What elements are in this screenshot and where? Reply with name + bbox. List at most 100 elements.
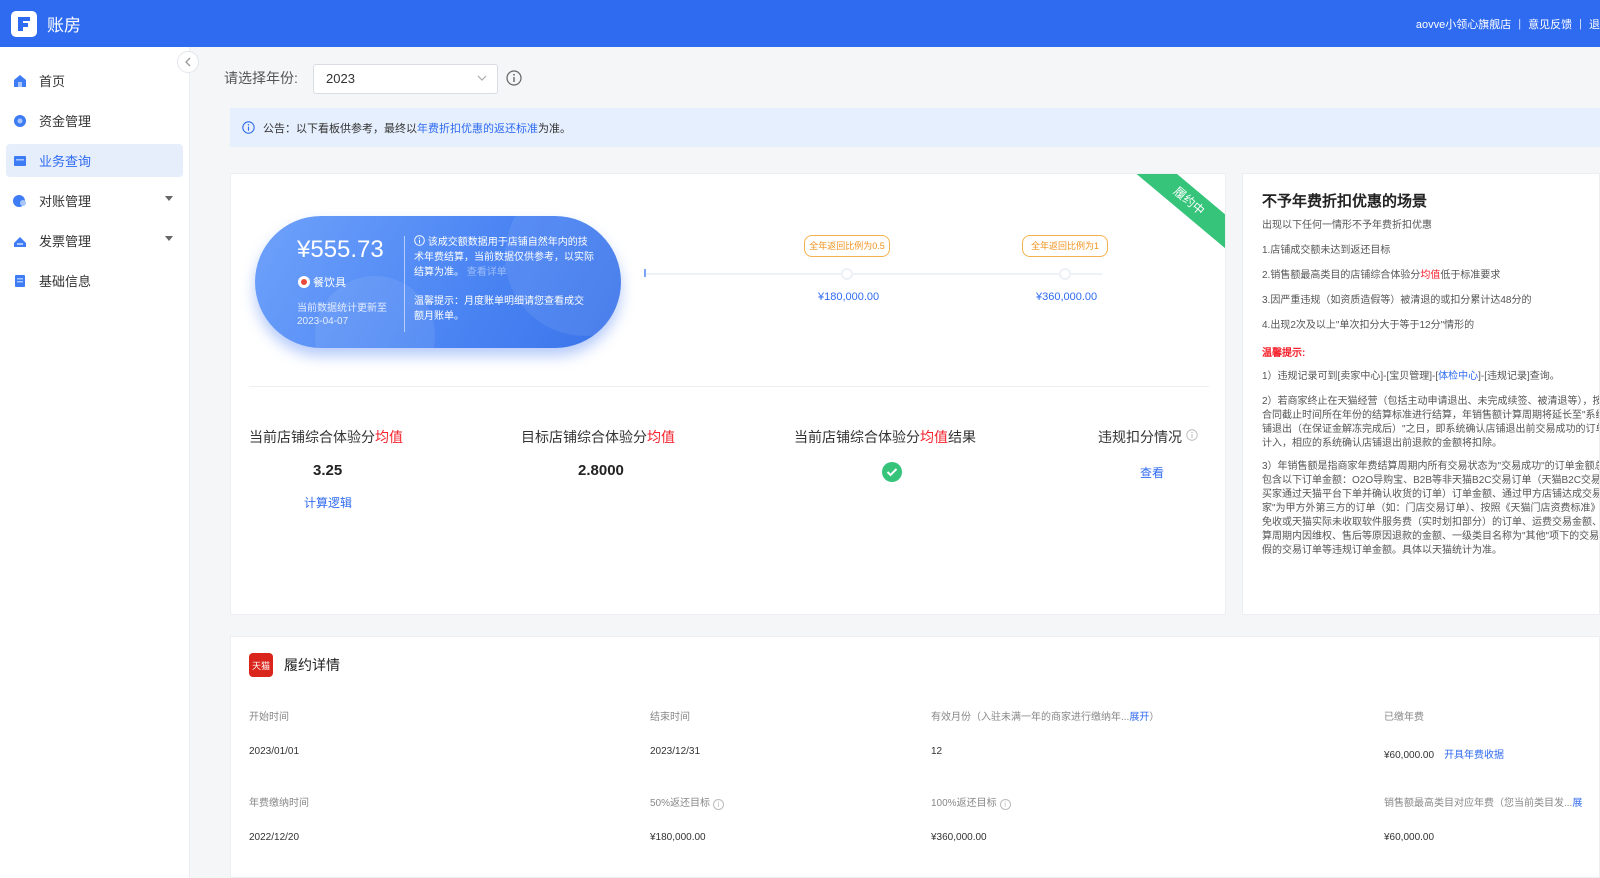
label-text: 100%返还目标: [931, 798, 997, 809]
top-category-fee-label: 销售额最高类目对应年费（您当前类目发...展: [1384, 794, 1582, 809]
current-score-label: 当前店铺综合体验分均值: [249, 427, 403, 447]
current-score-value: 3.25: [313, 462, 343, 479]
view-violation-link[interactable]: 查看: [1140, 464, 1164, 481]
end-time-label: 结束时间: [650, 712, 690, 723]
rule-text: 低于标准要求: [1440, 270, 1501, 281]
side-title: 不予年费折扣优惠的场景: [1262, 193, 1428, 210]
year-select-value: 2023: [326, 71, 355, 86]
rule-highlight: 均值: [1420, 270, 1441, 281]
sidebar-item-label: 对账管理: [39, 194, 92, 209]
section-divider: [249, 386, 1209, 387]
top-category-fee-value: ¥60,000.00: [1384, 832, 1435, 843]
notice-suffix: 为准。: [538, 122, 571, 135]
milestone-full-label: 全年返回比例为1: [1022, 235, 1108, 257]
header-links: aovve小领心旗舰店 | 意见反馈 | 退: [1416, 0, 1600, 47]
sidebar-item-business-query[interactable]: 业务查询: [6, 144, 183, 177]
rule-item: 2.销售额最高类目的店铺综合体验分均值低于标准要求: [1262, 269, 1599, 283]
sidebar-item-label: 业务查询: [39, 154, 92, 169]
no-discount-card: 不予年费折扣优惠的场景 出现以下任何一情形不予年费折扣优惠 1.店铺成交额未达到…: [1242, 173, 1600, 615]
sidebar-item-invoice[interactable]: 发票管理: [6, 224, 183, 257]
label-text: 当前店铺综合体验分: [249, 429, 375, 445]
side-intro: 出现以下任何一情形不予年费折扣优惠: [1262, 220, 1432, 231]
feedback-link[interactable]: 意见反馈: [1528, 16, 1572, 32]
full-return-target-label: 100%返还目标 i: [931, 794, 1011, 810]
notice-standard-link[interactable]: 年费折扣优惠的返还标准: [417, 120, 538, 136]
invoice-icon: [14, 236, 26, 247]
note-item: 3）年销售额是指商家年费结算周期内所有交易状态为"交易成功"的订单金额总和，不包…: [1262, 461, 1600, 556]
label-text: 目标店铺综合体验分: [521, 429, 647, 445]
note-text: ]-[违规记录]查询。: [1478, 371, 1560, 382]
sidebar-item-home[interactable]: 首页: [6, 64, 183, 97]
detail-header: 天猫 履约详情: [249, 653, 340, 677]
label-highlight: 均值: [920, 429, 948, 445]
fund-icon: [14, 114, 26, 127]
target-score-value: 2.8000: [578, 462, 624, 479]
sidebar-item-label: 基础信息: [39, 274, 92, 289]
label-text: 50%返还目标: [650, 798, 711, 809]
rule-item: 4.出现2次及以上"单次扣分大于等于12分"情形的: [1262, 320, 1475, 331]
notice-banner: 公告：以下看板供参考，最终以 年费折扣优惠的返还标准 为准。: [230, 108, 1600, 147]
chevron-left-icon: [185, 57, 191, 67]
half-return-target-label: 50%返还目标 i: [650, 794, 725, 810]
issue-receipt-link[interactable]: 开具年费收据: [1444, 750, 1504, 761]
info-icon[interactable]: i: [999, 799, 1011, 810]
chevron-down-icon[interactable]: [165, 196, 173, 201]
calc-logic-link[interactable]: 计算逻辑: [304, 494, 352, 511]
status-ribbon: 履约中: [1127, 174, 1225, 256]
info-icon[interactable]: [506, 70, 522, 86]
category-dot-icon: [298, 276, 310, 288]
note-item: 2）若商家终止在天猫经营（包括主动申请退出、未完成续签、被清退等），按照店铺合同…: [1262, 396, 1600, 449]
header-separator: |: [1518, 17, 1522, 30]
full-return-target-value: ¥360,000.00: [931, 832, 987, 843]
half-return-target-value: ¥180,000.00: [650, 832, 706, 843]
health-center-link[interactable]: 体检中心: [1438, 371, 1478, 382]
sales-description: 该成交额数据用于店铺自然年内的技术年费结算，当前数据仅供参考，以实际结算为准。 …: [414, 235, 594, 280]
chevron-down-icon: [477, 75, 487, 81]
start-time-value: 2023/01/01: [249, 746, 300, 757]
label-text: 有效月份（入驻未满一年的商家进行缴纳年...: [931, 712, 1130, 723]
note-item: 1）违规记录可到[卖家中心]-[宝贝管理]-[体检中心]-[违规记录]查询。: [1262, 370, 1599, 384]
chevron-down-icon[interactable]: [165, 236, 173, 241]
fee-pay-time-label: 年费缴纳时间: [249, 798, 309, 809]
valid-months-value: 12: [931, 746, 943, 757]
tip-title: 温馨提示:: [1262, 348, 1306, 359]
label-highlight: 均值: [375, 429, 403, 445]
milestone-half-dot: [841, 268, 853, 280]
tmall-logo-icon: 天猫: [249, 653, 273, 677]
year-select[interactable]: 2023: [313, 64, 498, 94]
rule-item: 1.店铺成交额未达到返还目标: [1262, 245, 1391, 256]
info-icon: [414, 235, 425, 246]
category-name: 餐饮具: [313, 277, 346, 289]
expand-link[interactable]: 展开: [1129, 712, 1149, 723]
info-icon: [242, 121, 255, 134]
sidebar-item-basic-info[interactable]: 基础信息: [6, 264, 183, 297]
store-name-link[interactable]: aovve小领心旗舰店: [1416, 16, 1511, 32]
label-text: 违规扣分情况: [1098, 429, 1182, 445]
start-time-label: 开始时间: [249, 712, 289, 723]
app-logo-icon: [11, 10, 37, 37]
sidebar-item-reconcile[interactable]: 对账管理: [6, 184, 183, 217]
year-filter-label: 请选择年份:: [224, 70, 298, 86]
score-result-label: 当前店铺综合体验分均值结果: [794, 427, 976, 447]
sidebar-item-funds[interactable]: 资金管理: [6, 104, 183, 137]
info-icon[interactable]: [1186, 429, 1198, 441]
logout-link[interactable]: 退: [1589, 16, 1600, 32]
sidebar-item-label: 首页: [39, 74, 66, 89]
update-info: 当前数据统计更新至 2023-04-07: [297, 302, 392, 328]
view-detail-link[interactable]: 查看详单: [467, 267, 507, 278]
performance-card: 履约中 ¥555.73 餐饮具 当前数据统计更新至 2023-04-07 该成交…: [230, 173, 1226, 615]
label-highlight: 均值: [647, 429, 675, 445]
info-icon[interactable]: i: [713, 799, 725, 810]
sidebar-collapse-button[interactable]: [177, 51, 199, 73]
update-text: 当前数据统计更新至: [297, 303, 387, 314]
note-text: 1）违规记录可到[卖家中心]-[宝贝管理]-[: [1262, 371, 1439, 382]
expand-link[interactable]: 展: [1572, 798, 1582, 809]
milestone-half-value: ¥180,000.00: [818, 291, 880, 303]
value-text: ¥60,000.00: [1384, 750, 1435, 761]
valid-months-label: 有效月份（入驻未满一年的商家进行缴纳年...展开）: [931, 708, 1159, 723]
detail-title: 履约详情: [284, 657, 340, 673]
paid-fee-label: 已缴年费: [1384, 712, 1424, 723]
label-text: 当前店铺综合体验分: [794, 429, 920, 445]
target-score-label: 目标店铺综合体验分均值: [521, 427, 675, 447]
return-progress-track: [645, 273, 1102, 275]
